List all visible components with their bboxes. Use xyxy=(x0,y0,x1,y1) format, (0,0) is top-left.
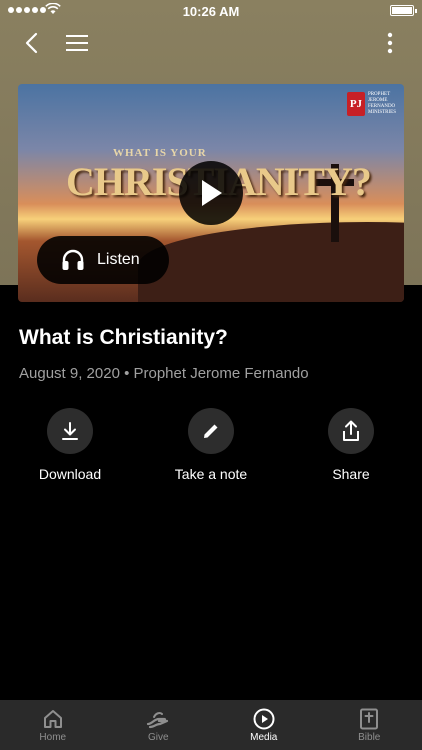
sermon-thumbnail[interactable]: PJ PROPHET JEROME FERNANDO MINISTRIES WH… xyxy=(18,84,404,302)
tab-give-label: Give xyxy=(147,732,169,743)
play-icon xyxy=(202,180,222,206)
tab-media-label: Media xyxy=(250,732,278,743)
back-button[interactable] xyxy=(16,28,46,58)
share-label: Share xyxy=(332,466,370,482)
nav-bar xyxy=(0,28,422,58)
listen-label: Listen xyxy=(97,251,140,268)
tab-give[interactable]: Give xyxy=(106,700,212,750)
pencil-icon xyxy=(204,424,218,438)
tab-home-label: Home xyxy=(39,732,67,743)
hill-graphic xyxy=(138,222,404,302)
take-a-note-label: Take a note xyxy=(174,466,248,482)
sermon-title: What is Christianity? xyxy=(19,326,228,349)
hamburger-icon xyxy=(66,35,88,51)
headphones-icon xyxy=(62,249,84,270)
tab-bar: Home Give Media Bible xyxy=(0,700,422,750)
battery-icon xyxy=(390,5,417,16)
status-bar: 10:26 AM xyxy=(0,0,422,22)
download-label: Download xyxy=(38,466,102,482)
home-icon xyxy=(43,710,62,728)
sermon-meta: August 9, 2020 • Prophet Jerome Fernando xyxy=(19,365,309,382)
download-icon xyxy=(62,422,78,440)
download-button[interactable]: Download xyxy=(15,408,125,482)
play-button[interactable] xyxy=(179,161,243,225)
share-button[interactable]: Share xyxy=(296,408,406,482)
status-time: 10:26 AM xyxy=(182,4,240,19)
bible-icon xyxy=(360,708,379,730)
tab-bible[interactable]: Bible xyxy=(317,700,422,750)
tab-bible-label: Bible xyxy=(358,732,381,743)
play-circle-icon xyxy=(253,708,275,730)
tab-home[interactable]: Home xyxy=(0,700,106,750)
more-vertical-icon xyxy=(387,32,393,54)
menu-button[interactable] xyxy=(62,28,92,58)
listen-button[interactable]: Listen xyxy=(37,236,169,284)
more-options-button[interactable] xyxy=(375,28,405,58)
take-a-note-button[interactable]: Take a note xyxy=(156,408,266,482)
ministry-logo: PJ PROPHET JEROME FERNANDO MINISTRIES xyxy=(346,92,396,116)
tab-media[interactable]: Media xyxy=(211,700,317,750)
give-icon xyxy=(147,712,169,729)
chevron-left-icon xyxy=(25,32,38,54)
share-icon xyxy=(343,420,359,441)
